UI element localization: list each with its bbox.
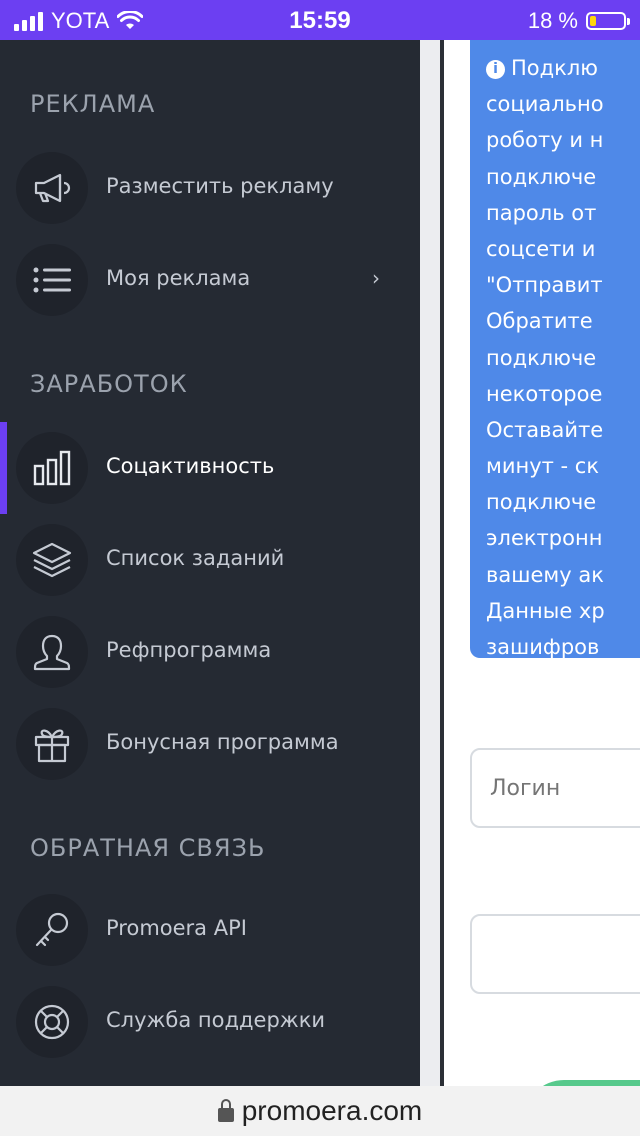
overlay-divider [420,40,440,1086]
battery-icon [586,12,630,30]
info-line: Оставайте [486,417,604,442]
info-icon: i [486,60,505,79]
megaphone-icon [16,152,88,224]
status-right: 18 % [527,8,630,34]
info-line: "Отправит [486,273,603,298]
key-icon [16,894,88,966]
info-line: вашему ак [486,562,604,587]
info-line: минут - ск [486,454,600,479]
url-domain: promoera.com [241,1095,423,1126]
section-title-earnings: ЗАРАБОТОК [30,370,188,398]
sidebar-item-label: Рефпрограмма [106,638,272,662]
info-line: Подклю [511,56,598,80]
info-line: подключе [486,164,597,189]
password-input[interactable] [470,914,640,994]
sidebar-item-place-ad[interactable]: Разместить рекламу [0,148,420,228]
info-line: подключе [486,345,597,370]
sidebar-item-my-ads[interactable]: Моя реклама › [0,240,420,320]
info-line: пароль от [486,200,597,225]
sidebar-item-label: Моя реклама [106,266,251,290]
sidebar-item-referral[interactable]: Рефпрограмма [0,612,420,692]
lock-icon [217,1099,234,1122]
sidebar-item-task-list[interactable]: Список заданий [0,520,420,600]
sidebar-item-label: Служба поддержки [106,1008,326,1032]
sidebar-item-label: Разместить рекламу [106,174,334,198]
sidebar-item-label: Бонусная программа [106,730,339,754]
section-title-ads: РЕКЛАМА [30,90,156,118]
info-line: соцсети и [486,236,596,261]
main-content: i Подклю социально роботу и н подключе па… [444,40,640,1086]
info-line: некоторое [486,381,603,406]
url-bar[interactable]: promoera.com [0,1086,640,1136]
list-icon [16,244,88,316]
info-text: i Подклю социально роботу и н подключе па… [486,50,605,665]
lifebuoy-icon [16,986,88,1058]
bar-chart-icon [16,432,88,504]
sidebar-item-label: Список заданий [106,546,285,570]
sidebar-item-label: Соцактивность [106,454,275,478]
info-line: Данные хр [486,598,605,623]
info-line: социально [486,92,604,117]
chevron-right-icon: › [372,266,380,290]
info-line: электронн [486,526,603,551]
gift-icon [16,708,88,780]
layers-icon [16,524,88,596]
login-input[interactable] [470,748,640,828]
section-title-feedback: ОБРАТНАЯ СВЯЗЬ [30,834,266,862]
info-line: роботу и н [486,128,604,153]
sidebar-item-support[interactable]: Служба поддержки [0,982,420,1062]
info-line: Обратите [486,309,593,334]
user-icon [16,616,88,688]
status-bar: YOTA 15:59 18 % [0,0,640,40]
info-line: подключе [486,490,597,515]
sidebar-item-bonus[interactable]: Бонусная программа [0,704,420,784]
sidebar: РЕКЛАМА Разместить рекламу Моя реклама ›… [0,40,420,1086]
info-line: зашифров [486,635,600,659]
sidebar-item-api[interactable]: Promoera API [0,890,420,970]
battery-percent: 18 % [527,8,578,33]
sidebar-item-label: Promoera API [106,916,247,940]
sidebar-item-social-activity[interactable]: Соцактивность [0,428,420,508]
